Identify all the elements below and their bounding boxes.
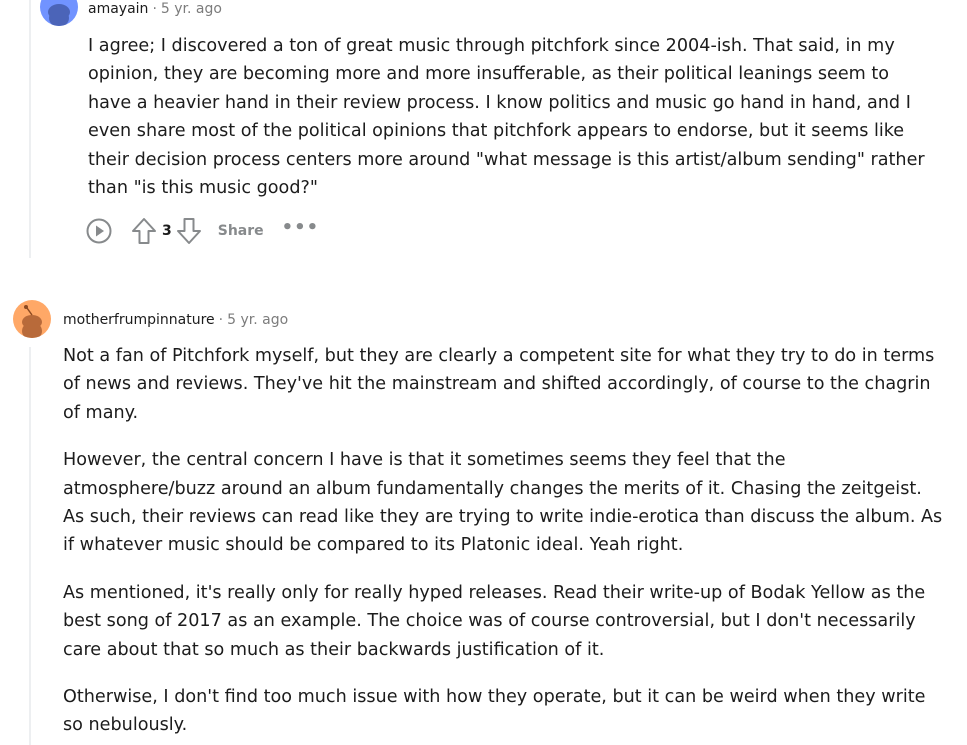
downvote-arrow-icon: [176, 218, 201, 244]
comment-body: Not a fan of Pitchfork myself, but they …: [63, 342, 943, 745]
comment-body: I agree; I discovered a ton of great mus…: [88, 32, 928, 221]
meta-separator: ·: [218, 312, 224, 328]
comment-paragraph: As mentioned, it's really only for reall…: [63, 582, 926, 660]
upvote-arrow-icon: [132, 218, 156, 244]
vote-count: 3: [162, 223, 172, 239]
avatar[interactable]: [13, 300, 51, 338]
play-button[interactable]: [85, 217, 113, 245]
timestamp[interactable]: 5 yr. ago: [227, 312, 288, 328]
author-link[interactable]: amayain: [88, 1, 148, 17]
comment-thread: amayain · 5 yr. ago I agree; I discovered …: [0, 0, 967, 745]
comment-actions: 3 Share •••: [85, 216, 319, 246]
thread-collapse-line[interactable]: [29, 0, 31, 258]
comment-meta: amayain · 5 yr. ago: [88, 0, 222, 18]
comment-paragraph: Otherwise, I don't find too much issue w…: [63, 687, 926, 736]
more-options-button[interactable]: •••: [282, 219, 320, 239]
play-circle-icon: [86, 218, 112, 244]
timestamp[interactable]: 5 yr. ago: [161, 1, 222, 17]
share-button[interactable]: Share: [218, 223, 264, 239]
author-link[interactable]: motherfrumpinnature: [63, 312, 215, 328]
snoo-avatar-icon: [22, 305, 42, 338]
avatar[interactable]: [40, 0, 78, 26]
comment-meta: motherfrumpinnature · 5 yr. ago: [63, 311, 288, 329]
thread-collapse-line[interactable]: [29, 347, 31, 745]
meta-separator: ·: [152, 1, 157, 17]
snoo-avatar-icon: [48, 4, 70, 26]
downvote-button[interactable]: [176, 217, 202, 245]
comment-paragraph: I agree; I discovered a ton of great mus…: [88, 36, 925, 199]
comment-paragraph: However, the central concern I have is t…: [63, 450, 943, 556]
comment-paragraph: Not a fan of Pitchfork myself, but they …: [63, 346, 935, 423]
upvote-button[interactable]: [131, 217, 157, 245]
